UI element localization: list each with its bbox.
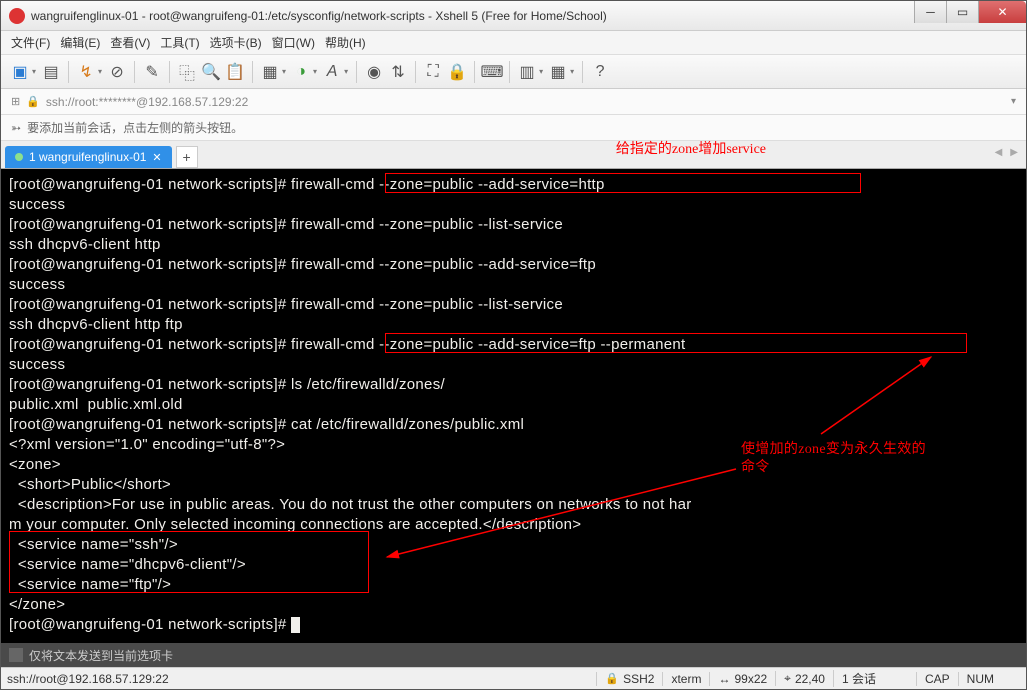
grid-icon[interactable]: ▦	[261, 63, 279, 81]
titlebar: wangruifenglinux-01 - root@wangruifeng-0…	[1, 1, 1026, 31]
new-tab-button[interactable]: +	[176, 146, 198, 168]
terminal-line: <description>For use in public areas. Yo…	[9, 495, 1018, 515]
menu-window[interactable]: 窗口(W)	[272, 34, 315, 51]
app-icon	[9, 8, 25, 24]
tabs-scroll-left-icon[interactable]: ◀	[995, 147, 1003, 158]
address-dropdown-icon[interactable]: ▾	[1011, 96, 1016, 107]
terminal-line: [root@wangruifeng-01 network-scripts]# c…	[9, 415, 1018, 435]
menubar: 文件(F) 编辑(E) 查看(V) 工具(T) 选项卡(B) 窗口(W) 帮助(…	[1, 31, 1026, 55]
terminal-line: success	[9, 355, 1018, 375]
tab-label: 1 wangruifenglinux-01	[29, 150, 146, 164]
help-icon[interactable]: ?	[591, 63, 609, 81]
status-lock-icon: 🔒	[605, 672, 619, 685]
window-title: wangruifenglinux-01 - root@wangruifeng-0…	[31, 9, 1018, 23]
transfer-icon[interactable]: ⇅	[389, 63, 407, 81]
statusbar: ssh://root@192.168.57.129:22 🔒 SSH2 xterm…	[1, 667, 1026, 689]
status-size: 99x22	[734, 672, 767, 686]
bookmark-arrow-icon[interactable]: ➳	[11, 121, 21, 135]
terminal-line: [root@wangruifeng-01 network-scripts]# f…	[9, 215, 1018, 235]
terminal-line: public.xml public.xml.old	[9, 395, 1018, 415]
annotation-right-2: 命令	[741, 459, 770, 477]
terminal-line: <service name="dhcpv6-client"/>	[9, 555, 1018, 575]
address-text[interactable]: ssh://root:********@192.168.57.129:22	[46, 95, 248, 109]
terminal-line: </zone>	[9, 595, 1018, 615]
menu-tools[interactable]: 工具(T)	[160, 34, 199, 51]
send-hint-bar: 仅将文本发送到当前选项卡	[1, 643, 1026, 667]
status-sessions: 1 会话	[833, 670, 884, 687]
hint-text: 要添加当前会话，点击左侧的箭头按钮。	[27, 119, 243, 136]
color-icon[interactable]: ◑	[292, 63, 310, 81]
terminal-line: <service name="ssh"/>	[9, 535, 1018, 555]
menu-view[interactable]: 查看(V)	[110, 34, 150, 51]
open-icon[interactable]: ▤	[42, 63, 60, 81]
fullscreen-icon[interactable]: ⛶	[424, 63, 442, 81]
close-button[interactable]: ✕	[978, 1, 1026, 23]
script-icon[interactable]: ◉	[365, 63, 383, 81]
session-tab[interactable]: 1 wangruifenglinux-01 ✕	[5, 146, 172, 168]
connection-status-icon	[15, 153, 23, 161]
terminal[interactable]: [root@wangruifeng-01 network-scripts]# f…	[1, 169, 1026, 643]
status-size-icon: ↔	[718, 672, 730, 686]
terminal-line: [root@wangruifeng-01 network-scripts]# f…	[9, 295, 1018, 315]
send-hint-text: 仅将文本发送到当前选项卡	[29, 647, 173, 664]
terminal-line: [root@wangruifeng-01 network-scripts]#	[9, 615, 1018, 635]
keyboard-icon[interactable]: ⌨	[483, 63, 501, 81]
cursor	[291, 617, 300, 633]
tabs-scroll-right-icon[interactable]: ▶	[1010, 147, 1018, 158]
tile-icon[interactable]: ▦	[549, 63, 567, 81]
copy-icon[interactable]: ⿻	[178, 63, 196, 81]
tab-close-icon[interactable]: ✕	[152, 151, 161, 164]
menu-tabs[interactable]: 选项卡(B)	[210, 34, 262, 51]
terminal-line: ssh dhcpv6-client http	[9, 235, 1018, 255]
status-pos: 22,40	[795, 672, 825, 686]
terminal-line: [root@wangruifeng-01 network-scripts]# f…	[9, 335, 1018, 355]
terminal-line: m your computer. Only selected incoming …	[9, 515, 1018, 535]
terminal-line: [root@wangruifeng-01 network-scripts]# l…	[9, 375, 1018, 395]
maximize-button[interactable]: ▭	[946, 1, 978, 23]
paste-icon[interactable]: 📋	[226, 63, 244, 81]
terminal-line: <short>Public</short>	[9, 475, 1018, 495]
find-icon[interactable]: 🔍	[202, 63, 220, 81]
status-pos-icon: ⌖	[784, 671, 791, 686]
disconnect-icon[interactable]: ⊘	[108, 63, 126, 81]
minimize-button[interactable]: ─	[914, 1, 946, 23]
status-connection: ssh://root@192.168.57.129:22	[7, 672, 596, 686]
properties-icon[interactable]: ✎	[143, 63, 161, 81]
annotation-right-1: 使增加的zone变为永久生效的	[741, 441, 926, 459]
send-mode-icon[interactable]	[9, 648, 23, 662]
lock-small-icon: 🔒	[26, 95, 40, 108]
terminal-line: success	[9, 275, 1018, 295]
address-bar: ⊞ 🔒 ssh://root:********@192.168.57.129:2…	[1, 89, 1026, 115]
reconnect-icon[interactable]: ↯	[77, 63, 95, 81]
lock-icon[interactable]: 🔒	[448, 63, 466, 81]
font-icon[interactable]: A	[323, 63, 341, 81]
toolbar: ▣▾ ▤ ↯▾ ⊘ ✎ ⿻ 🔍 📋 ▦▾ ◑▾ A▾ ◉ ⇅ ⛶ 🔒 ⌨ ▥▾ …	[1, 55, 1026, 89]
status-proto: SSH2	[623, 672, 654, 686]
terminal-line: ssh dhcpv6-client http ftp	[9, 315, 1018, 335]
tabs-row: 1 wangruifenglinux-01 ✕ + 给指定的zone增加serv…	[1, 141, 1026, 169]
bookmark-add-icon[interactable]: ⊞	[11, 95, 20, 108]
layout-icon[interactable]: ▥	[518, 63, 536, 81]
hint-bar: ➳ 要添加当前会话，点击左侧的箭头按钮。	[1, 115, 1026, 141]
terminal-line: [root@wangruifeng-01 network-scripts]# f…	[9, 175, 1018, 195]
status-term: xterm	[662, 672, 709, 686]
terminal-line: [root@wangruifeng-01 network-scripts]# f…	[9, 255, 1018, 275]
status-caps: CAP	[916, 672, 958, 686]
new-session-icon[interactable]: ▣	[11, 63, 29, 81]
annotation-top: 给指定的zone增加service	[616, 138, 766, 158]
menu-file[interactable]: 文件(F)	[11, 34, 50, 51]
terminal-line: success	[9, 195, 1018, 215]
menu-edit[interactable]: 编辑(E)	[60, 34, 100, 51]
menu-help[interactable]: 帮助(H)	[325, 34, 366, 51]
status-num: NUM	[958, 672, 1002, 686]
terminal-line: <service name="ftp"/>	[9, 575, 1018, 595]
